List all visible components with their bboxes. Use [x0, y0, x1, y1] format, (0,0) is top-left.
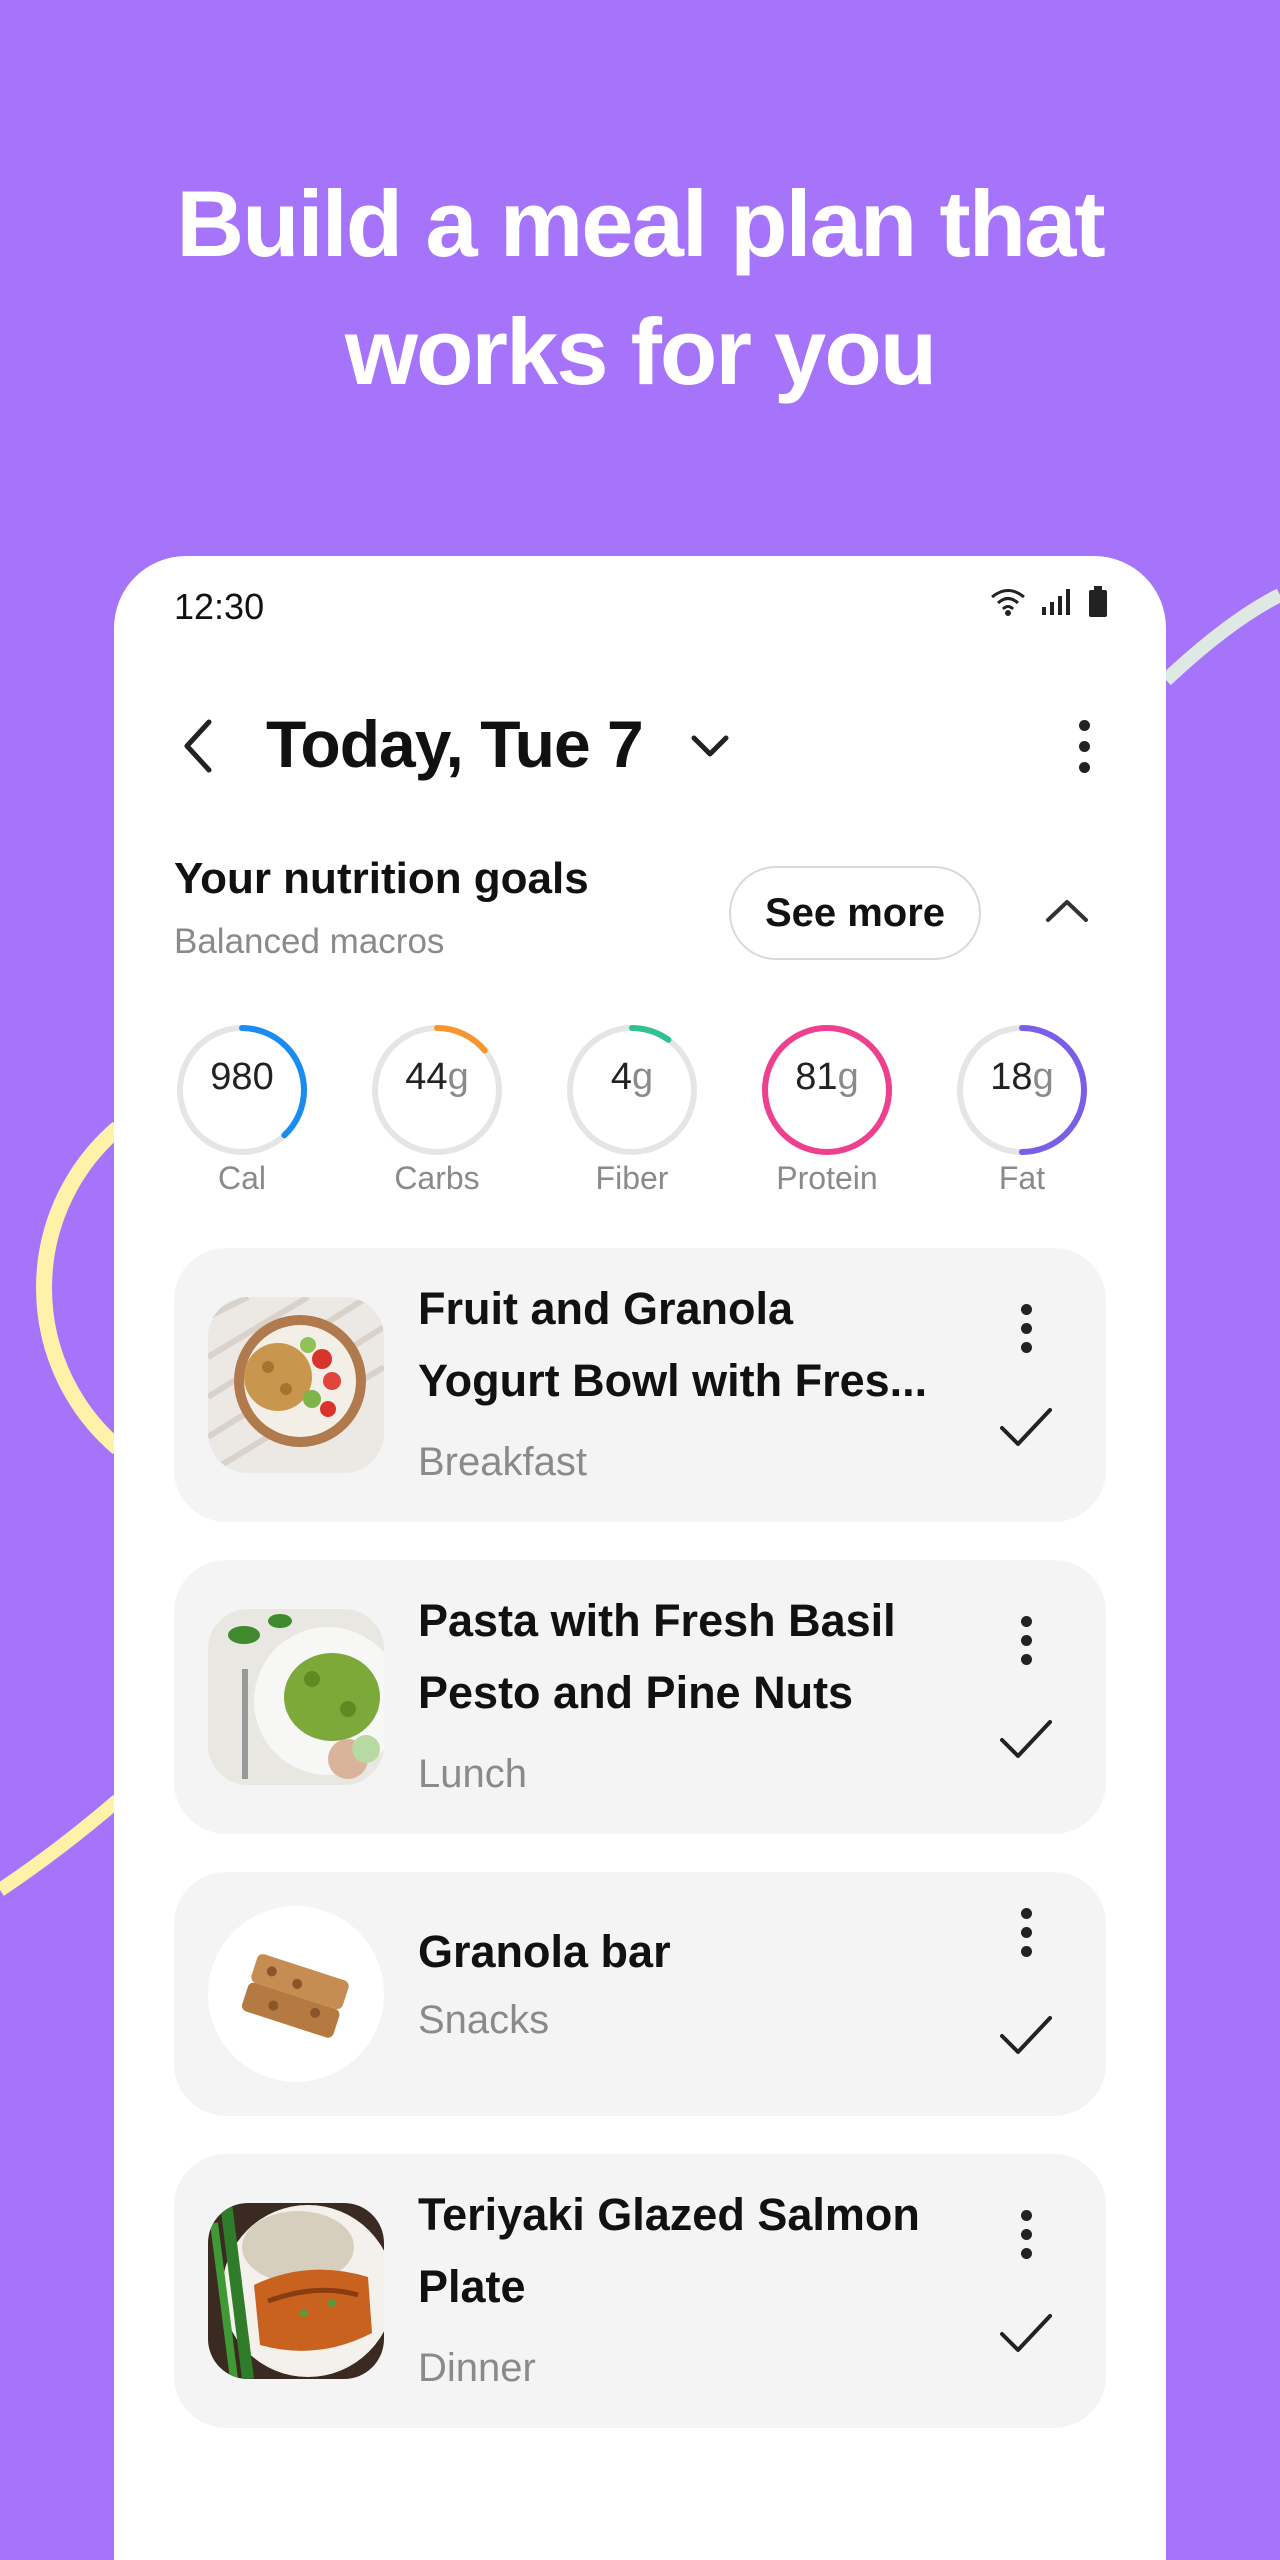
- back-button[interactable]: [168, 706, 228, 786]
- dot: [1020, 1653, 1032, 1665]
- dot: [1020, 1945, 1032, 1957]
- more-options-button[interactable]: [1064, 706, 1104, 786]
- dot: [1078, 719, 1090, 731]
- ring-label: Fiber: [595, 1160, 669, 1196]
- dot: [1020, 1634, 1032, 1646]
- collapse-button[interactable]: [1034, 881, 1100, 941]
- nutrition-ring-fat: 18g Fat: [954, 1022, 1090, 1197]
- pesto-pasta-image: [208, 1609, 384, 1785]
- wifi-icon: [991, 589, 1025, 616]
- ring-unit: g: [837, 1056, 859, 1098]
- more-options-button[interactable]: [1006, 2204, 1046, 2264]
- ring-number: 18: [990, 1056, 1033, 1098]
- dot: [1020, 1341, 1032, 1353]
- headline-line-2: works for you: [344, 299, 937, 404]
- meal-title: Fruit and Granola Yogurt Bowl with Fres.…: [418, 1273, 978, 1417]
- dot: [1020, 1303, 1032, 1315]
- ring-label: Carbs: [394, 1160, 480, 1196]
- meal-type: Snacks: [418, 1998, 550, 2042]
- ring-value: 81g: [759, 1056, 895, 1099]
- nutrition-goals-subtitle: Balanced macros: [174, 922, 445, 961]
- check-icon[interactable]: [998, 1714, 1054, 1764]
- ring-unit: g: [1032, 1056, 1054, 1098]
- date-title[interactable]: Today, Tue 7: [266, 696, 644, 792]
- dot: [1020, 1322, 1032, 1334]
- dot: [1020, 2228, 1032, 2240]
- more-options-button[interactable]: [1006, 1902, 1046, 1962]
- battery-icon: [1089, 586, 1107, 617]
- meal-title-line-1: Teriyaki Glazed Salmon: [418, 2189, 920, 2240]
- dot: [1020, 1926, 1032, 1938]
- meal-card-snacks[interactable]: Granola bar Snacks: [174, 1872, 1106, 2116]
- meal-type: Lunch: [418, 1752, 527, 1796]
- ring-value: 4g: [564, 1056, 700, 1099]
- dot: [1078, 761, 1090, 773]
- dot: [1020, 1615, 1032, 1627]
- dot: [1020, 2209, 1032, 2221]
- nutrition-ring-fiber: 4g Fiber: [564, 1022, 700, 1197]
- meal-title: Pasta with Fresh Basil Pesto and Pine Nu…: [418, 1585, 978, 1729]
- ring-label: Cal: [217, 1160, 266, 1196]
- ring-label: Fat: [998, 1160, 1046, 1196]
- meal-title: Granola bar: [418, 1916, 978, 1988]
- meal-title-line-1: Fruit and Granola: [418, 1283, 794, 1334]
- ring-unit: g: [447, 1056, 469, 1098]
- status-time: 12:30: [174, 586, 265, 627]
- ring-value: 44g: [369, 1056, 505, 1099]
- ring-unit: g: [632, 1056, 654, 1098]
- meal-card-lunch[interactable]: Pasta with Fresh Basil Pesto and Pine Nu…: [174, 1560, 1106, 1834]
- meal-title-line-2: Yogurt Bowl with Fres...: [418, 1355, 928, 1406]
- ring-label: Protein: [776, 1160, 878, 1196]
- chevron-up-icon: [1046, 900, 1088, 922]
- ring-number: 4: [610, 1056, 632, 1098]
- see-more-button[interactable]: See more: [729, 866, 981, 960]
- meal-card-dinner[interactable]: Teriyaki Glazed Salmon Plate Dinner: [174, 2154, 1106, 2428]
- meal-title-line-1: Pasta with Fresh Basil: [418, 1595, 896, 1646]
- nutrition-rings: 980 Cal 44g Carbs 4g Fiber 81g Protein 18g Fat: [174, 1022, 1114, 1222]
- more-options-button[interactable]: [1006, 1610, 1046, 1670]
- status-icons: [990, 586, 1108, 618]
- meal-title-line-2: Pesto and Pine Nuts: [418, 1667, 854, 1718]
- check-icon[interactable]: [998, 1402, 1054, 1452]
- signal-icon: [1042, 589, 1070, 615]
- ring-number: 81: [795, 1056, 838, 1098]
- ring-number: 980: [210, 1056, 274, 1098]
- dot: [1078, 740, 1090, 752]
- meal-type: Dinner: [418, 2346, 536, 2390]
- nutrition-ring-protein: 81g Protein: [759, 1022, 895, 1197]
- granola-bar-image: [208, 1906, 384, 2082]
- ring-number: 44: [405, 1056, 448, 1098]
- chevron-down-icon[interactable]: [686, 726, 734, 766]
- phone-screen: 12:30 Today, Tue 7 Your nutrition goals …: [114, 556, 1166, 2560]
- meal-card-breakfast[interactable]: Fruit and Granola Yogurt Bowl with Fres.…: [174, 1248, 1106, 1522]
- dot: [1020, 2247, 1032, 2259]
- check-icon[interactable]: [998, 2308, 1054, 2358]
- meal-title-line-2: Plate: [418, 2261, 526, 2312]
- dot: [1020, 1907, 1032, 1919]
- nutrition-ring-carbs: 44g Carbs: [369, 1022, 505, 1197]
- check-icon[interactable]: [998, 2010, 1054, 2060]
- nutrition-ring-cal: 980 Cal: [174, 1022, 310, 1197]
- nutrition-goals-title: Your nutrition goals: [174, 854, 589, 903]
- salmon-plate-image: [208, 2203, 384, 2379]
- headline-line-1: Build a meal plan that: [176, 171, 1106, 276]
- ring-value: 980: [174, 1056, 310, 1099]
- headline: Build a meal plan that works for you: [0, 160, 1280, 416]
- more-options-button[interactable]: [1006, 1298, 1046, 1358]
- ring-value: 18g: [954, 1056, 1090, 1099]
- yogurt-bowl-image: [208, 1297, 384, 1473]
- chevron-left-icon: [184, 719, 212, 773]
- meal-type: Breakfast: [418, 1440, 587, 1484]
- meal-title: Teriyaki Glazed Salmon Plate: [418, 2179, 978, 2323]
- meal-title-line-1: Granola bar: [418, 1926, 671, 1977]
